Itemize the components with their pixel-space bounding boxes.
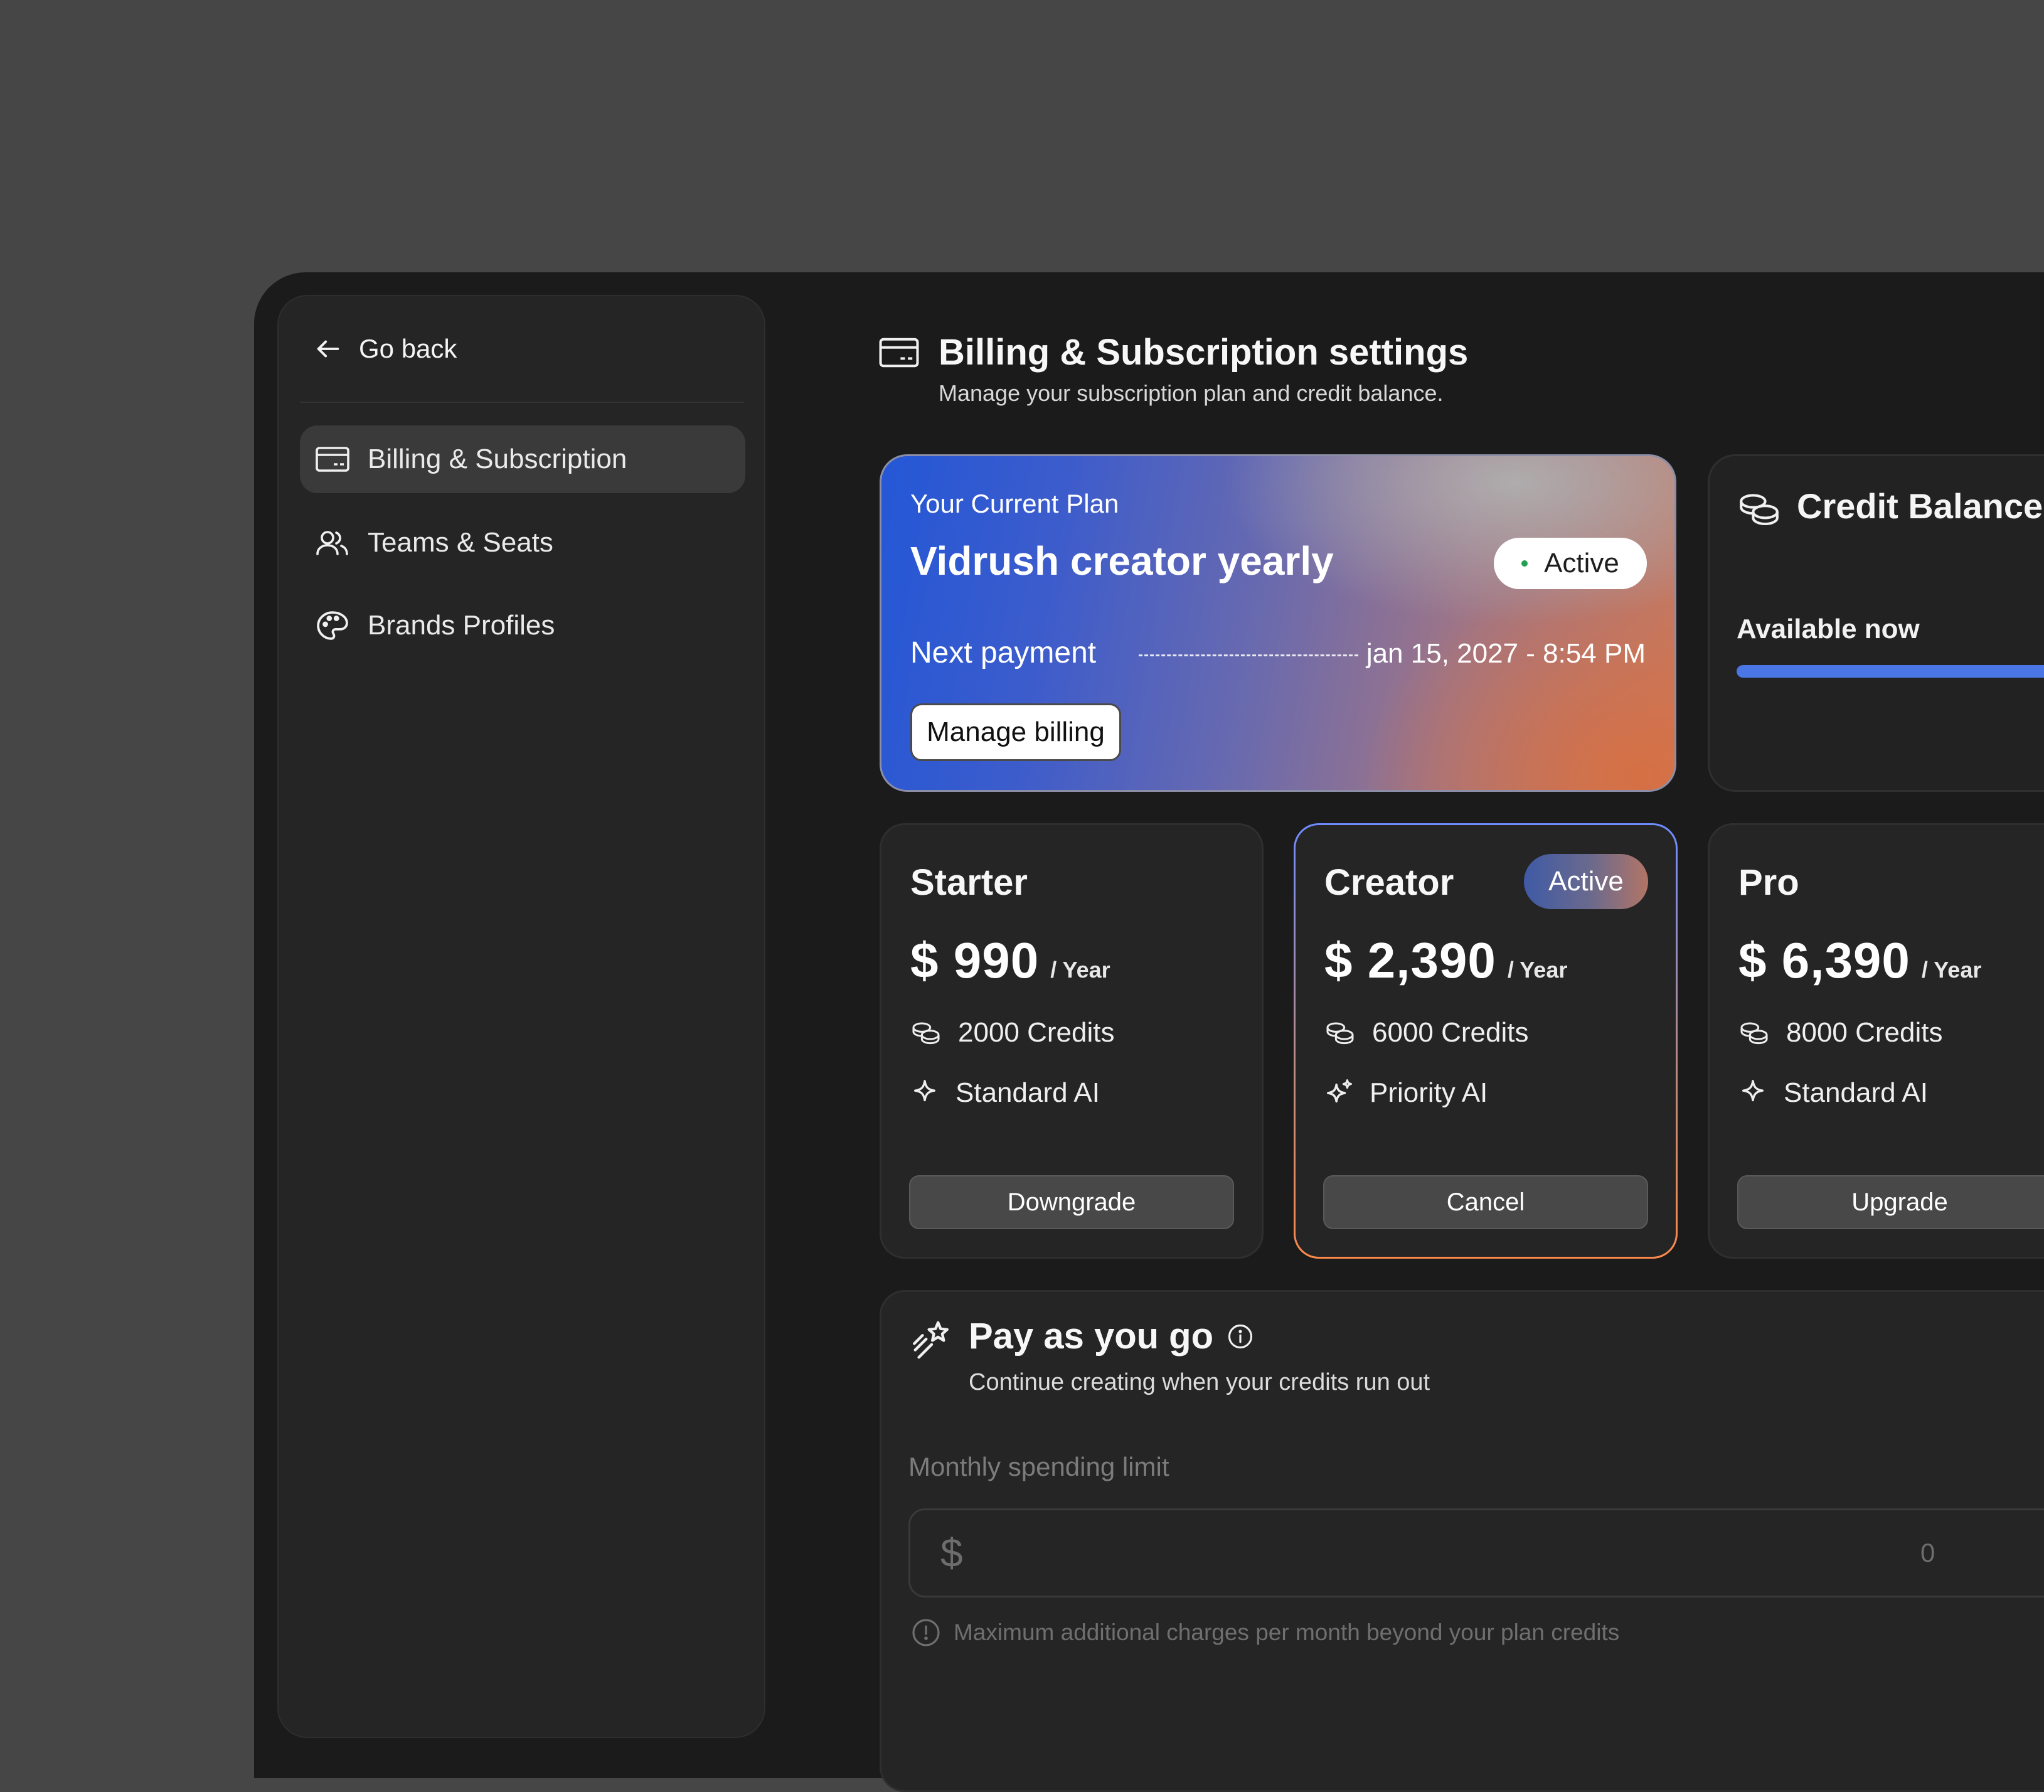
- coins-icon: [910, 1020, 942, 1045]
- price-amount: $ 2,390: [1324, 932, 1496, 988]
- palette-icon: [315, 610, 350, 641]
- sidebar-item-label: Teams & Seats: [368, 527, 553, 558]
- alert-circle-icon: [911, 1618, 941, 1648]
- price-period: / Year: [1507, 957, 1568, 983]
- spending-limit-label: Monthly spending limit: [908, 1452, 1169, 1481]
- current-plan-card: Your Current Plan Vidrush creator yearly…: [880, 454, 1676, 792]
- pay-as-you-go-title: Pay as you go: [969, 1315, 1254, 1357]
- users-icon: [315, 529, 350, 557]
- price-period: / Year: [1050, 957, 1110, 983]
- feature-label: Standard AI: [1784, 1077, 1928, 1108]
- sparkle-icon: [1738, 1079, 1767, 1107]
- page-title: Billing & Subscription settings: [939, 332, 1469, 373]
- sidebar-item-teams[interactable]: Teams & Seats: [300, 509, 745, 577]
- price-amount: $ 990: [910, 932, 1040, 988]
- downgrade-button[interactable]: Downgrade: [909, 1175, 1234, 1229]
- plan-card-creator: Creator Active $ 2,390 / Year 6000 Credi…: [1294, 823, 1678, 1259]
- plan-name: Pro: [1738, 862, 1799, 903]
- current-plan-label: Your Current Plan: [910, 489, 1119, 518]
- upgrade-button[interactable]: Upgrade: [1737, 1175, 2044, 1229]
- feature-label: Standard AI: [955, 1077, 1100, 1108]
- feature-ai: Standard AI: [910, 1077, 1100, 1109]
- sidebar-item-brands[interactable]: Brands Profiles: [300, 592, 745, 659]
- plan-card-starter: Starter $ 990 / Year 2000 Credits Standa…: [880, 823, 1264, 1259]
- plan-price: $ 2,390 / Year: [1324, 932, 1567, 989]
- coins-icon: [1737, 491, 1782, 527]
- hint-text: Maximum additional charges per month bey…: [954, 1619, 1620, 1645]
- spending-limit-input[interactable]: $ 0: [908, 1508, 2044, 1597]
- shooting-star-icon: [910, 1319, 954, 1363]
- currency-symbol: $: [940, 1530, 963, 1576]
- plan-price: $ 990 / Year: [910, 932, 1110, 989]
- pay-as-you-go-label: Pay as you go: [969, 1316, 1214, 1357]
- available-now-label: Available now: [1737, 614, 1920, 644]
- dashed-divider: [1139, 654, 1358, 656]
- feature-label: 6000 Credits: [1372, 1017, 1529, 1048]
- plan-card-pro: Pro $ 6,390 / Year 8000 Credits Standard…: [1708, 823, 2044, 1259]
- credit-balance-title: Credit Balance: [1797, 486, 2043, 526]
- pay-as-you-go-subtitle: Continue creating when your credits run …: [969, 1369, 1430, 1395]
- feature-ai: Priority AI: [1324, 1077, 1488, 1109]
- feature-label: 8000 Credits: [1786, 1017, 1943, 1048]
- plan-price: $ 6,390 / Year: [1738, 932, 1981, 989]
- go-back-link[interactable]: Go back: [314, 326, 457, 371]
- active-badge: Active: [1524, 854, 1648, 909]
- feature-label: Priority AI: [1370, 1077, 1488, 1108]
- next-payment-date: jan 15, 2027 - 8:54 PM: [1366, 638, 1646, 669]
- plan-name: Starter: [910, 862, 1028, 903]
- status-badge: Active: [1494, 538, 1647, 589]
- sparkle-icon: [910, 1079, 939, 1107]
- info-icon[interactable]: [1227, 1323, 1254, 1350]
- price-amount: $ 6,390: [1738, 932, 1910, 988]
- cancel-button[interactable]: Cancel: [1323, 1175, 1648, 1229]
- credit-card-icon: [315, 445, 350, 473]
- arrow-left-icon: [314, 334, 343, 363]
- feature-credits: 6000 Credits: [1324, 1017, 1528, 1048]
- sidebar-divider: [300, 402, 744, 403]
- feature-ai: Standard AI: [1738, 1077, 1928, 1109]
- feature-label: 2000 Credits: [958, 1017, 1115, 1048]
- credit-card-icon: [878, 336, 920, 369]
- coins-icon: [1324, 1020, 1356, 1045]
- spending-limit-value: 0: [1920, 1538, 1935, 1567]
- status-badge-label: Active: [1544, 548, 1619, 579]
- feature-credits: 8000 Credits: [1738, 1017, 1942, 1048]
- price-period: / Year: [1921, 957, 1982, 983]
- sidebar-item-label: Billing & Subscription: [368, 444, 627, 474]
- go-back-label: Go back: [359, 334, 457, 363]
- feature-credits: 2000 Credits: [910, 1017, 1114, 1048]
- current-plan-name: Vidrush creator yearly: [910, 538, 1334, 584]
- manage-billing-button[interactable]: Manage billing: [910, 703, 1121, 761]
- status-dot-icon: [1521, 560, 1528, 567]
- coins-icon: [1738, 1020, 1770, 1045]
- credit-progress-bar: [1737, 665, 2044, 678]
- sidebar-item-billing[interactable]: Billing & Subscription: [300, 425, 745, 493]
- sidebar-item-label: Brands Profiles: [368, 610, 555, 641]
- next-payment-label: Next payment: [910, 636, 1097, 669]
- page-subtitle: Manage your subscription plan and credit…: [939, 380, 1444, 406]
- sparkles-icon: [1324, 1079, 1353, 1107]
- plan-name: Creator: [1324, 862, 1454, 903]
- spending-limit-hint: Maximum additional charges per month bey…: [911, 1618, 1619, 1648]
